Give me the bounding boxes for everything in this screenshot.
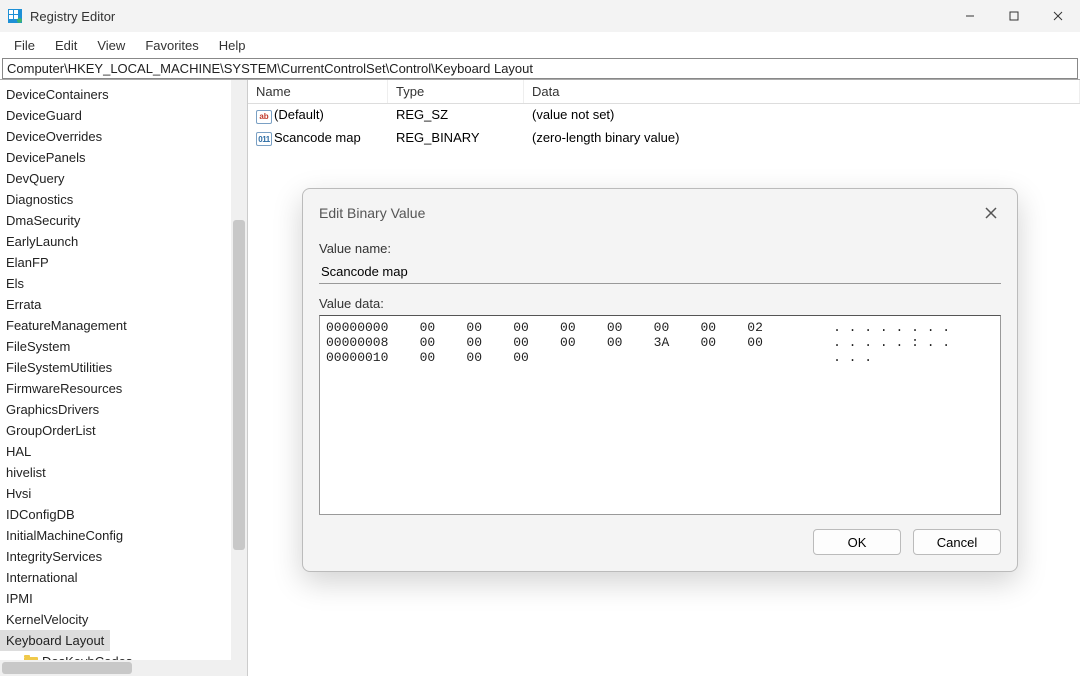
tree-horizontal-scroll-thumb[interactable] bbox=[2, 662, 132, 674]
value-name-label: Value name: bbox=[319, 241, 1001, 256]
ok-button[interactable]: OK bbox=[813, 529, 901, 555]
window-minimize-button[interactable] bbox=[948, 0, 992, 32]
tree-item[interactable]: DeviceGuard bbox=[0, 105, 247, 126]
window-title: Registry Editor bbox=[30, 9, 115, 24]
window-maximize-button[interactable] bbox=[992, 0, 1036, 32]
tree-item[interactable]: FeatureManagement bbox=[0, 315, 247, 336]
title-bar: Registry Editor bbox=[0, 0, 1080, 32]
column-header-type[interactable]: Type bbox=[388, 80, 524, 103]
tree-item[interactable]: FileSystemUtilities bbox=[0, 357, 247, 378]
string-value-icon: ab bbox=[256, 110, 272, 124]
tree-item[interactable]: FileSystem bbox=[0, 336, 247, 357]
address-bar[interactable]: Computer\HKEY_LOCAL_MACHINE\SYSTEM\Curre… bbox=[2, 58, 1078, 79]
tree-item[interactable]: DevQuery bbox=[0, 168, 247, 189]
tree-item[interactable]: hivelist bbox=[0, 462, 247, 483]
tree-item[interactable]: IntegrityServices bbox=[0, 546, 247, 567]
tree-item[interactable]: FirmwareResources bbox=[0, 378, 247, 399]
value-name-field[interactable] bbox=[319, 260, 1001, 284]
tree-item[interactable]: InitialMachineConfig bbox=[0, 525, 247, 546]
menu-view[interactable]: View bbox=[87, 35, 135, 56]
tree-item[interactable]: Hvsi bbox=[0, 483, 247, 504]
dialog-title: Edit Binary Value bbox=[319, 205, 425, 221]
regedit-app-icon bbox=[6, 7, 24, 25]
tree-item[interactable]: GroupOrderList bbox=[0, 420, 247, 441]
value-name: (Default) bbox=[274, 107, 324, 122]
tree-item[interactable]: DeviceContainers bbox=[0, 84, 247, 105]
binary-value-icon: 011 bbox=[256, 132, 272, 146]
tree-item[interactable]: HAL bbox=[0, 441, 247, 462]
tree-item[interactable]: DeviceOverrides bbox=[0, 126, 247, 147]
tree-item[interactable]: DevicePanels bbox=[0, 147, 247, 168]
tree-item[interactable]: Keyboard Layout bbox=[0, 630, 110, 651]
tree-item[interactable]: IDConfigDB bbox=[0, 504, 247, 525]
tree-item[interactable]: KernelVelocity bbox=[0, 609, 247, 630]
menu-bar: File Edit View Favorites Help bbox=[0, 32, 1080, 58]
menu-favorites[interactable]: Favorites bbox=[135, 35, 208, 56]
dialog-close-button[interactable] bbox=[981, 203, 1001, 223]
menu-help[interactable]: Help bbox=[209, 35, 256, 56]
tree-item[interactable]: ElanFP bbox=[0, 252, 247, 273]
value-row[interactable]: 011Scancode map REG_BINARY(zero-length bi… bbox=[248, 127, 1080, 150]
value-data: (value not set) bbox=[524, 106, 1080, 125]
menu-edit[interactable]: Edit bbox=[45, 35, 87, 56]
tree-item[interactable]: DmaSecurity bbox=[0, 210, 247, 231]
tree-pane: DeviceContainersDeviceGuardDeviceOverrid… bbox=[0, 80, 248, 676]
window-close-button[interactable] bbox=[1036, 0, 1080, 32]
value-data: (zero-length binary value) bbox=[524, 129, 1080, 148]
value-name: Scancode map bbox=[274, 130, 361, 145]
tree-item[interactable]: International bbox=[0, 567, 247, 588]
tree-vertical-scrollbar[interactable] bbox=[231, 80, 247, 676]
column-header-data[interactable]: Data bbox=[524, 80, 1080, 103]
cancel-button[interactable]: Cancel bbox=[913, 529, 1001, 555]
value-type: REG_SZ bbox=[388, 106, 524, 125]
column-header-name[interactable]: Name bbox=[248, 80, 388, 103]
tree-item[interactable]: Els bbox=[0, 273, 247, 294]
tree-item[interactable]: Diagnostics bbox=[0, 189, 247, 210]
value-row[interactable]: ab(Default) REG_SZ(value not set) bbox=[248, 104, 1080, 127]
tree-horizontal-scrollbar[interactable] bbox=[0, 660, 231, 676]
hex-editor[interactable]: 00000000 00 00 00 00 00 00 00 02 . . . .… bbox=[319, 315, 1001, 515]
tree-item[interactable]: Errata bbox=[0, 294, 247, 315]
value-type: REG_BINARY bbox=[388, 129, 524, 148]
tree-item[interactable]: GraphicsDrivers bbox=[0, 399, 247, 420]
values-header: Name Type Data bbox=[248, 80, 1080, 104]
tree-vertical-scroll-thumb[interactable] bbox=[233, 220, 245, 550]
value-data-label: Value data: bbox=[319, 296, 1001, 311]
edit-binary-dialog: Edit Binary Value Value name: Value data… bbox=[302, 188, 1018, 572]
tree-item[interactable]: IPMI bbox=[0, 588, 247, 609]
menu-file[interactable]: File bbox=[4, 35, 45, 56]
tree-item[interactable]: EarlyLaunch bbox=[0, 231, 247, 252]
